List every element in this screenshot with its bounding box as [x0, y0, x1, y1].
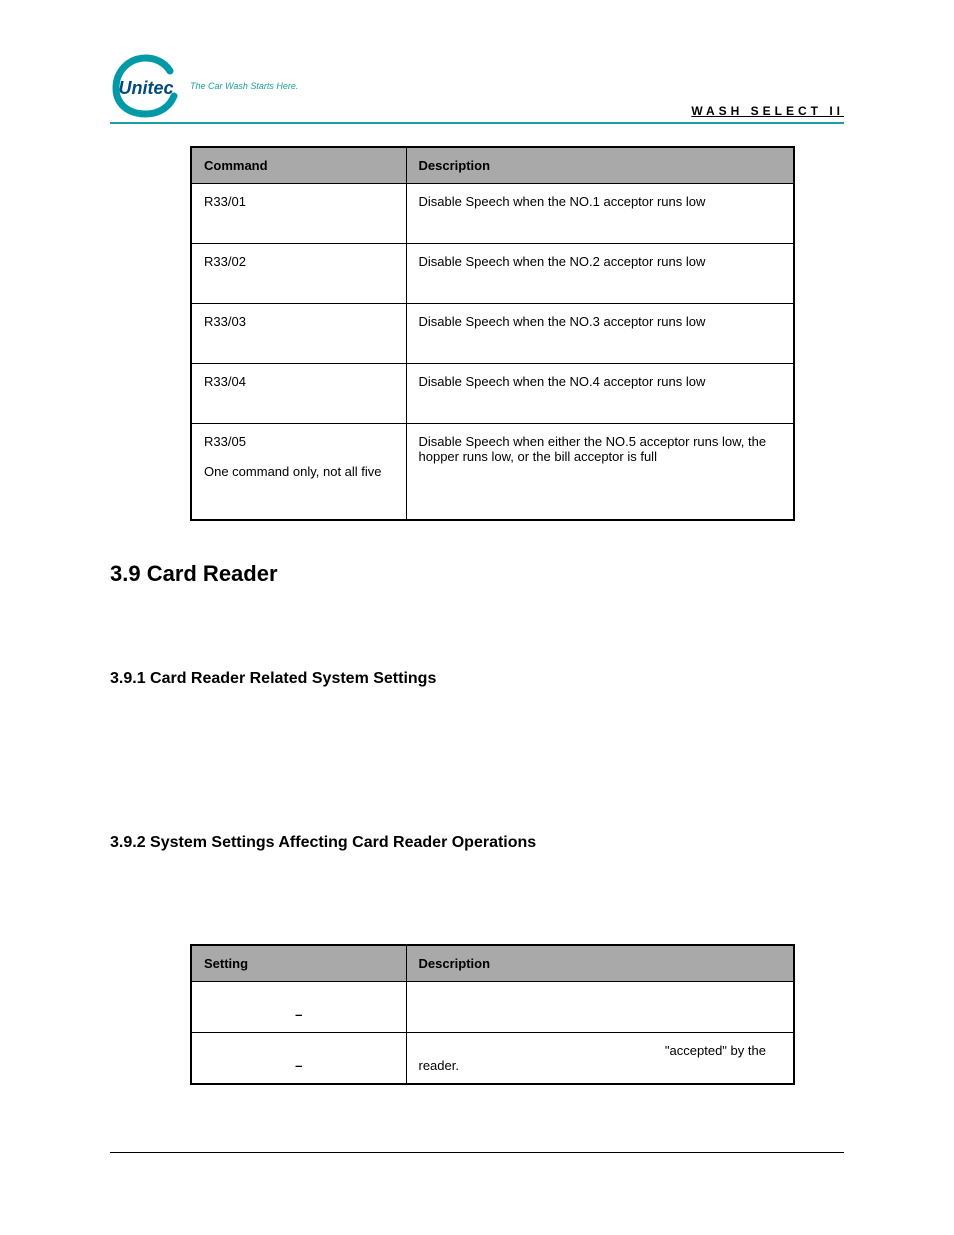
table-row: R33/04 Disable Speech when the NO.4 acce… [191, 364, 794, 424]
cell: R33/04 [191, 364, 406, 424]
cell: R33/02 [191, 244, 406, 304]
cell-text: Tells the unit what types of cards are t… [419, 1043, 665, 1058]
table-row: R33/02 Disable Speech when the NO.2 acce… [191, 244, 794, 304]
cell: Disable Speech when the NO.2 acceptor ru… [406, 244, 794, 304]
cell: Tells the unit what types of cards are t… [406, 1033, 794, 1085]
section-heading-3-9-1: 3.9.1 Card Reader Related System Setting… [110, 670, 844, 688]
section-heading-3-9: 3.9 Card Reader [110, 561, 844, 587]
cell: R33/01 [191, 184, 406, 244]
cell-text: Credit mode – (Mandatory) [204, 992, 359, 1007]
body-paragraph: The system settings in the table below a… [110, 706, 844, 745]
table-header: Description [406, 945, 794, 982]
table-row: Credit mode – (Mandatory) – Enables the … [191, 982, 794, 1033]
dash-icon: – [204, 1058, 394, 1073]
body-paragraph: This table is provided as a tool that wi… [110, 759, 844, 798]
settings-table: Setting Description Credit mode – (Manda… [190, 944, 795, 1085]
header-divider [110, 122, 844, 124]
cell: Disable Speech when either the NO.5 acce… [406, 424, 794, 520]
commands-table: Command Description R33/01 Disable Speec… [190, 146, 795, 521]
cell: R33/03 [191, 304, 406, 364]
logo-text: Unitec [118, 78, 173, 98]
body-paragraph: This section explains the functions of t… [110, 615, 844, 635]
section-heading-3-9-2: 3.9.2 System Settings Affecting Card Rea… [110, 834, 844, 852]
page-footer: Document # Page # [110, 1152, 844, 1175]
cell-text: Card types – (Mandatory) [204, 1043, 351, 1058]
cell-text: Enables the card reader function by tell… [419, 992, 767, 1022]
page-header: Unitec The Car Wash Starts Here. WASH SE… [110, 48, 844, 120]
logo-area: Unitec The Car Wash Starts Here. [110, 52, 298, 120]
table-row: R33/03 Disable Speech when the NO.3 acce… [191, 304, 794, 364]
header-title: WASH SELECT II [691, 104, 844, 120]
cell: Disable Speech when the NO.3 acceptor ru… [406, 304, 794, 364]
cell: R33/05 One command only, not all five [191, 424, 406, 520]
table-header: Setting [191, 945, 406, 982]
unitec-logo-icon: Unitec [110, 52, 182, 120]
cell: Disable Speech when the NO.4 acceptor ru… [406, 364, 794, 424]
table-row: R33/05 One command only, not all five Di… [191, 424, 794, 520]
table-header: Description [406, 147, 794, 184]
logo-tagline: The Car Wash Starts Here. [190, 81, 298, 91]
cell: Credit mode – (Mandatory) – [191, 982, 406, 1033]
table-header: Command [191, 147, 406, 184]
body-paragraph: Before you can use the credit option on … [110, 870, 844, 909]
cell: Enables the card reader function by tell… [406, 982, 794, 1033]
footer-left: Document # [110, 1163, 169, 1175]
table-row: Card types – (Mandatory) – Tells the uni… [191, 1033, 794, 1085]
footer-right: Page # [809, 1163, 844, 1175]
dash-icon: – [204, 1007, 394, 1022]
table-row: R33/01 Disable Speech when the NO.1 acce… [191, 184, 794, 244]
cell: Card types – (Mandatory) – [191, 1033, 406, 1085]
table-caption: Table 36. Settings Affecting Card Reader… [190, 923, 795, 938]
cell: Disable Speech when the NO.1 acceptor ru… [406, 184, 794, 244]
footer-divider [110, 1152, 844, 1153]
